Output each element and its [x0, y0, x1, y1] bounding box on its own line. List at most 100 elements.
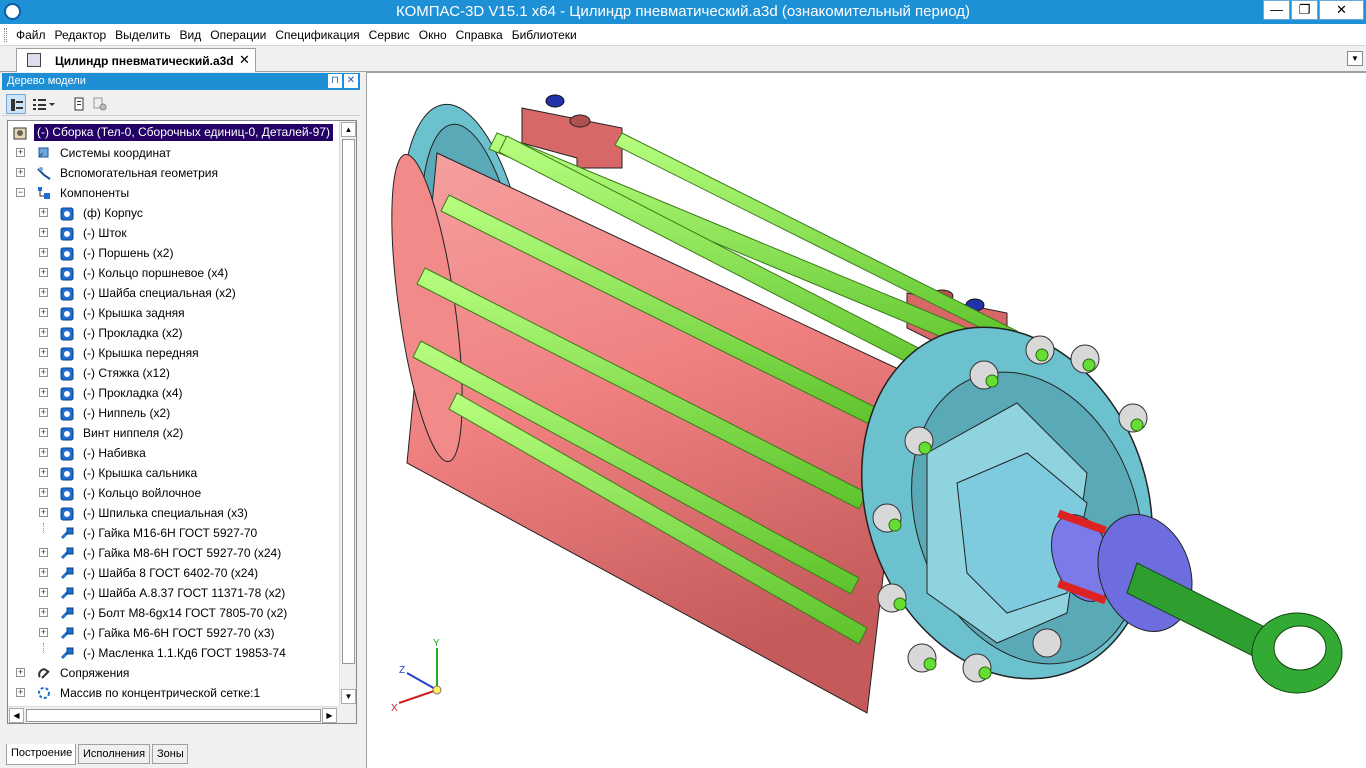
close-panel-icon[interactable]: ✕	[344, 74, 358, 88]
model-3d-viewport[interactable]: Y Z X	[366, 72, 1366, 768]
menu-item-5[interactable]: Спецификация	[275, 28, 359, 42]
menu-items: Файл Редактор Выделить Вид Операции Специфика…	[16, 28, 586, 42]
tab-zony[interactable]: Зоны	[152, 744, 188, 764]
tree-display-mode-button[interactable]	[29, 94, 59, 114]
tree-item[interactable]: + (-) Прокладка (x4)	[8, 383, 340, 403]
collapse-icon[interactable]: −	[16, 188, 25, 197]
tree-item[interactable]: + (-) Крышка задняя	[8, 303, 340, 323]
expand-icon[interactable]: +	[39, 608, 48, 617]
expand-icon[interactable]: +	[39, 628, 48, 637]
expand-icon[interactable]: +	[39, 488, 48, 497]
tree-properties-button[interactable]	[69, 94, 89, 114]
expand-icon[interactable]: +	[39, 288, 48, 297]
tree-item[interactable]: + (-) Шайба специальная (x2)	[8, 283, 340, 303]
expand-icon[interactable]: +	[16, 668, 25, 677]
tree-item[interactable]: + (-) Ниппель (x2)	[8, 403, 340, 423]
menu-grip[interactable]	[4, 28, 7, 42]
expand-icon[interactable]: +	[39, 228, 48, 237]
tree-item[interactable]: + (-) Крышка передняя	[8, 343, 340, 363]
tree-item[interactable]: + (-) Гайка М6-6Н ГОСТ 5927-70 (x3)	[8, 623, 340, 643]
menu-item-2[interactable]: Выделить	[115, 28, 170, 42]
expand-icon[interactable]: +	[39, 568, 48, 577]
menu-item-0[interactable]: Файл	[16, 28, 46, 42]
tree-item-label: (-) Крышка сальника	[83, 466, 198, 480]
tree-item[interactable]: + (-) Стяжка (x12)	[8, 363, 340, 383]
part-icon	[59, 245, 75, 261]
document-tab-close-icon[interactable]: ✕	[239, 52, 250, 68]
vertical-scroll-thumb[interactable]	[342, 139, 355, 664]
close-button[interactable]: ✕	[1319, 0, 1364, 20]
expand-icon[interactable]: +	[39, 208, 48, 217]
tree-item[interactable]: + Винт ниппеля (x2)	[8, 423, 340, 443]
tab-postroenie[interactable]: Построение	[6, 744, 76, 765]
scroll-right-icon[interactable]: ▶	[322, 708, 337, 723]
menu-item-4[interactable]: Операции	[210, 28, 266, 42]
tree-vertical-scrollbar[interactable]: ▲ ▼	[339, 121, 356, 706]
maximize-button[interactable]: ❐	[1291, 0, 1318, 20]
tree-item[interactable]: + Массив по концентрической сетке:1	[8, 683, 340, 703]
tree-item[interactable]: + Системы координат	[8, 143, 340, 163]
menu-item-3[interactable]: Вид	[180, 28, 202, 42]
expand-icon[interactable]: +	[39, 548, 48, 557]
pin-panel-icon[interactable]: ⊓	[328, 74, 342, 88]
expand-icon[interactable]: +	[39, 308, 48, 317]
tree-item[interactable]: + (ф) Корпус	[8, 203, 340, 223]
part-icon	[59, 265, 75, 281]
expand-icon[interactable]: +	[39, 268, 48, 277]
tree-item[interactable]: + (-) Крышка сальника	[8, 463, 340, 483]
part-icon	[59, 465, 75, 481]
scroll-left-icon[interactable]: ◀	[9, 708, 24, 723]
expand-icon[interactable]: +	[39, 448, 48, 457]
expand-icon[interactable]: +	[39, 388, 48, 397]
tree-item[interactable]: − Компоненты	[8, 183, 340, 203]
expand-icon[interactable]: +	[39, 428, 48, 437]
tree-item[interactable]: + (-) Кольцо войлочное	[8, 483, 340, 503]
tree-item[interactable]: + (-) Шайба 8 ГОСТ 6402-70 (x24)	[8, 563, 340, 583]
tree-item[interactable]: + (-) Шток	[8, 223, 340, 243]
tree-item[interactable]: + (-) Прокладка (x2)	[8, 323, 340, 343]
menu-item-7[interactable]: Окно	[419, 28, 447, 42]
tab-ispolneniya[interactable]: Исполнения	[78, 744, 150, 764]
tree-settings-button[interactable]	[90, 94, 110, 114]
horizontal-scroll-thumb[interactable]	[26, 709, 321, 722]
tree-item-label: (-) Шток	[83, 226, 127, 240]
expand-icon[interactable]: +	[39, 368, 48, 377]
expand-icon[interactable]: +	[39, 348, 48, 357]
minimize-button[interactable]: —	[1263, 0, 1290, 20]
tree-item[interactable]: (-) Гайка М16-6Н ГОСТ 5927-70	[8, 523, 340, 543]
expand-icon[interactable]: +	[39, 468, 48, 477]
expand-icon[interactable]: +	[39, 508, 48, 517]
tree-item[interactable]: + (-) Набивка	[8, 443, 340, 463]
model-tree-rows: (-) Сборка (Тел-0, Сборочных единиц-0, Д…	[8, 123, 340, 723]
tree-structure-view-button[interactable]	[6, 94, 26, 114]
scroll-up-icon[interactable]: ▲	[341, 122, 356, 137]
expand-icon[interactable]: +	[39, 588, 48, 597]
cylinder-body	[391, 152, 908, 714]
tab-list-dropdown-icon[interactable]: ▼	[1347, 51, 1363, 66]
expand-icon[interactable]: +	[16, 168, 25, 177]
expand-icon[interactable]: +	[39, 328, 48, 337]
tree-item[interactable]: + (-) Гайка М8-6Н ГОСТ 5927-70 (x24)	[8, 543, 340, 563]
tree-item[interactable]: + (-) Кольцо поршневое (x4)	[8, 263, 340, 283]
tree-item[interactable]: + (-) Шайба А.8.37 ГОСТ 11371-78 (x2)	[8, 583, 340, 603]
tree-item[interactable]: + (-) Поршень (x2)	[8, 243, 340, 263]
menu-item-9[interactable]: Библиотеки	[512, 28, 577, 42]
scroll-corner	[339, 706, 356, 723]
menu-item-6[interactable]: Сервис	[369, 28, 410, 42]
model-tree[interactable]: (-) Сборка (Тел-0, Сборочных единиц-0, Д…	[7, 120, 357, 724]
tree-item[interactable]: + Вспомогательная геометрия	[8, 163, 340, 183]
tree-item[interactable]: (-) Масленка 1.1.Кд6 ГОСТ 19853-74	[8, 643, 340, 663]
document-tab[interactable]: Цилиндр пневматический.a3d ✕	[16, 48, 256, 72]
expand-icon[interactable]: +	[39, 248, 48, 257]
tree-root-assembly[interactable]: (-) Сборка (Тел-0, Сборочных единиц-0, Д…	[8, 123, 340, 143]
scroll-down-icon[interactable]: ▼	[341, 689, 356, 704]
expand-icon[interactable]: +	[39, 408, 48, 417]
tree-horizontal-scrollbar[interactable]: ◀ ▶	[8, 706, 339, 723]
tree-item[interactable]: + Сопряжения	[8, 663, 340, 683]
tree-item[interactable]: + (-) Шпилька специальная (x3)	[8, 503, 340, 523]
menu-item-8[interactable]: Справка	[456, 28, 503, 42]
expand-icon[interactable]: +	[16, 148, 25, 157]
tree-item[interactable]: + (-) Болт М8-6gx14 ГОСТ 7805-70 (x2)	[8, 603, 340, 623]
menu-item-1[interactable]: Редактор	[55, 28, 107, 42]
expand-icon[interactable]: +	[16, 688, 25, 697]
